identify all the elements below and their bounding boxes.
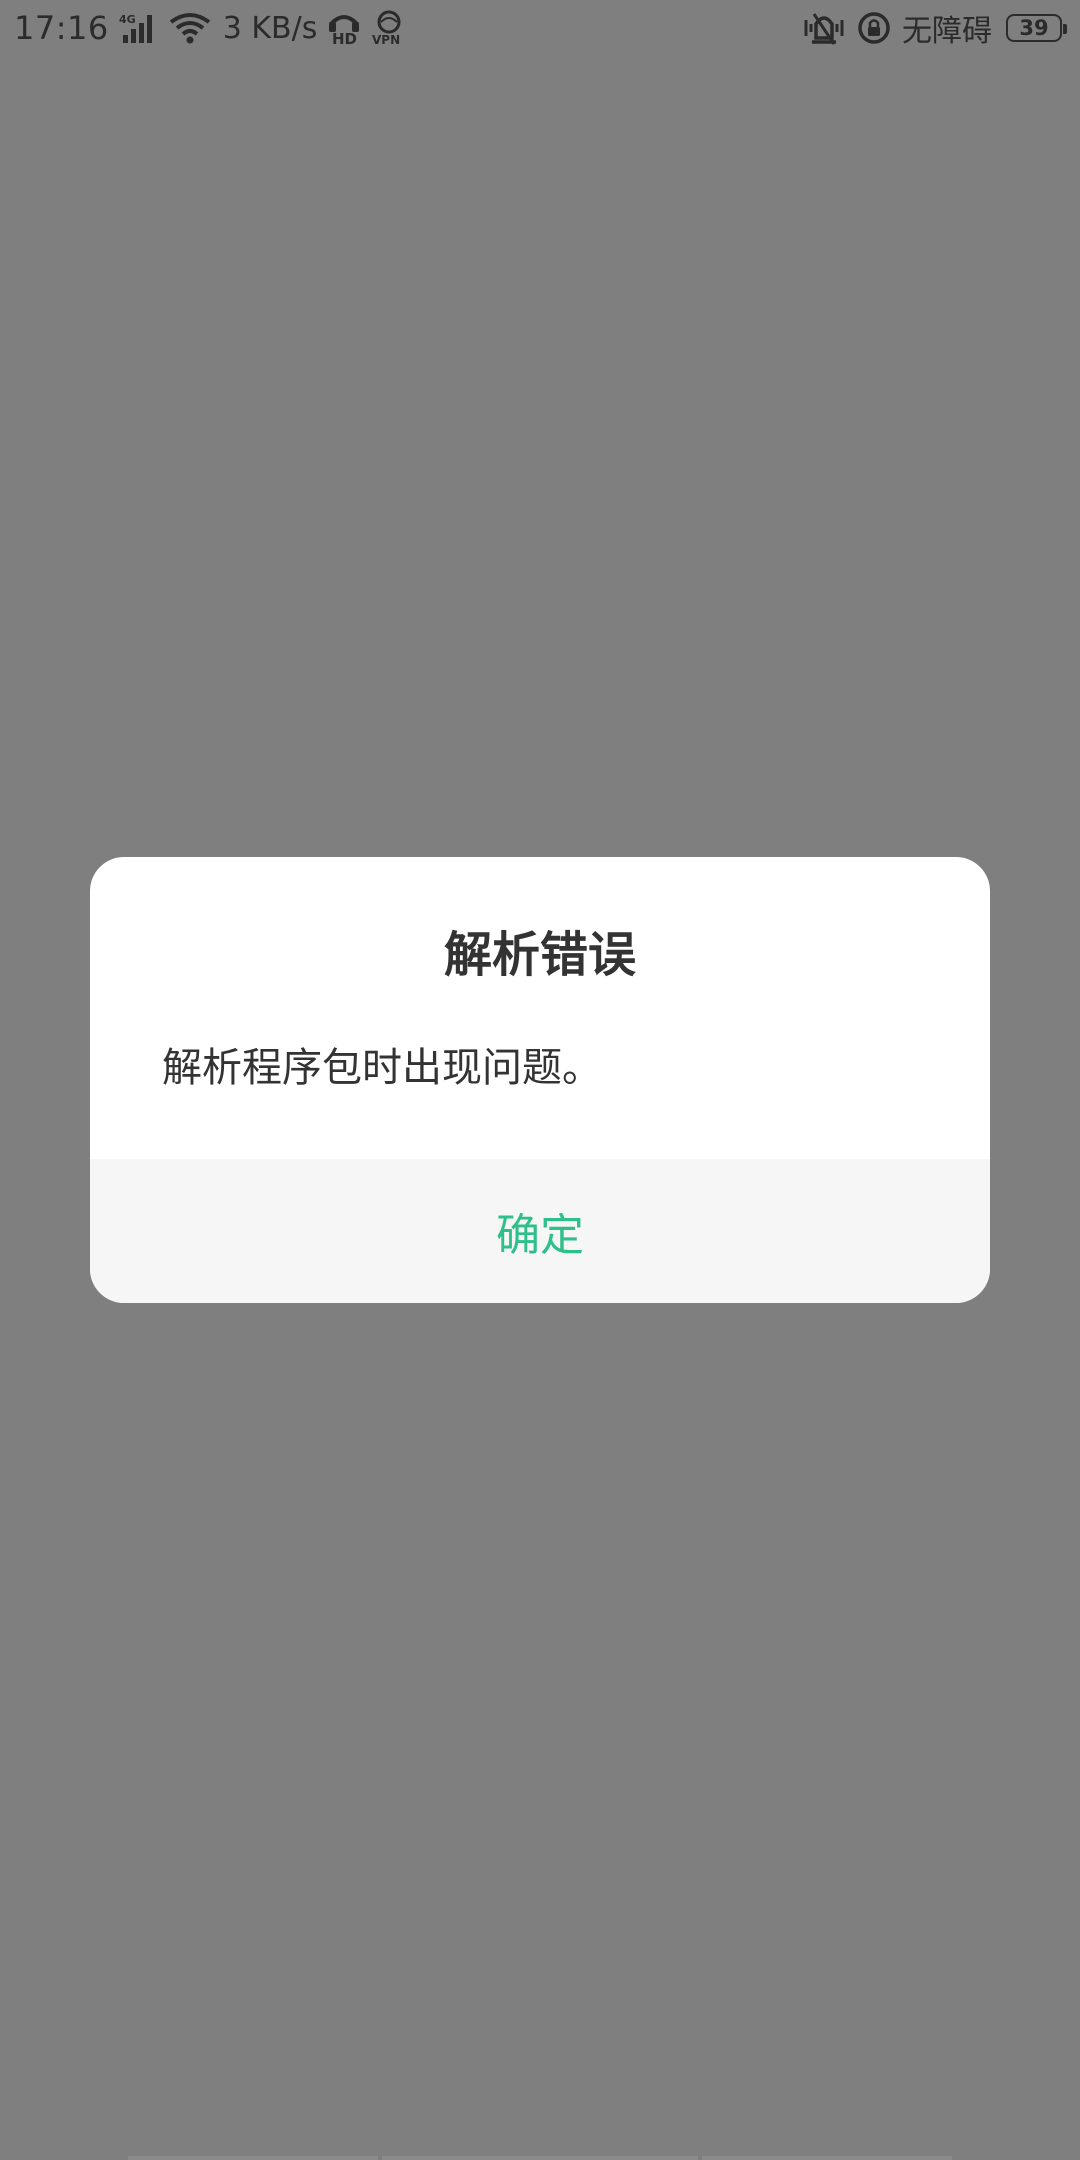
status-right: 无障碍 39 — [802, 6, 1067, 50]
dialog-message: 解析程序包时出现问题。 — [162, 1045, 602, 1091]
status-time: 17:16 — [14, 9, 109, 47]
battery-level: 39 — [1019, 16, 1049, 40]
screen: 17:16 4G 3 KB/s HD VPN 无障碍 39 解析错误 解析程序包… — [0, 0, 1080, 2160]
vibrate-icon — [802, 10, 846, 46]
battery-icon: 39 — [1006, 14, 1067, 42]
network-type-label: 4G — [119, 13, 136, 26]
nav-hint-right — [702, 2156, 952, 2160]
parse-error-dialog: 解析错误 解析程序包时出现问题。 确定 — [90, 857, 990, 1303]
nav-hint-center — [382, 2156, 698, 2160]
wifi-icon — [169, 12, 211, 44]
dialog-title: 解析错误 — [443, 927, 636, 983]
hd-voice-icon: HD — [327, 10, 361, 46]
vpn-icon: VPN — [371, 10, 407, 46]
nav-hint-left — [128, 2156, 378, 2160]
dialog-footer: 确定 — [90, 1159, 990, 1303]
accessibility-label: 无障碍 — [902, 14, 992, 49]
confirm-button[interactable]: 确定 — [436, 1179, 644, 1283]
status-bar: 17:16 4G 3 KB/s HD VPN 无障碍 39 — [0, 0, 1080, 54]
hd-label: HD — [332, 30, 357, 46]
cellular-signal-icon: 4G — [119, 11, 159, 45]
rotation-lock-icon — [856, 10, 892, 46]
vpn-label: VPN — [372, 33, 400, 46]
net-speed: 3 KB/s — [222, 10, 318, 46]
status-left: 17:16 4G 3 KB/s HD VPN — [14, 6, 407, 50]
